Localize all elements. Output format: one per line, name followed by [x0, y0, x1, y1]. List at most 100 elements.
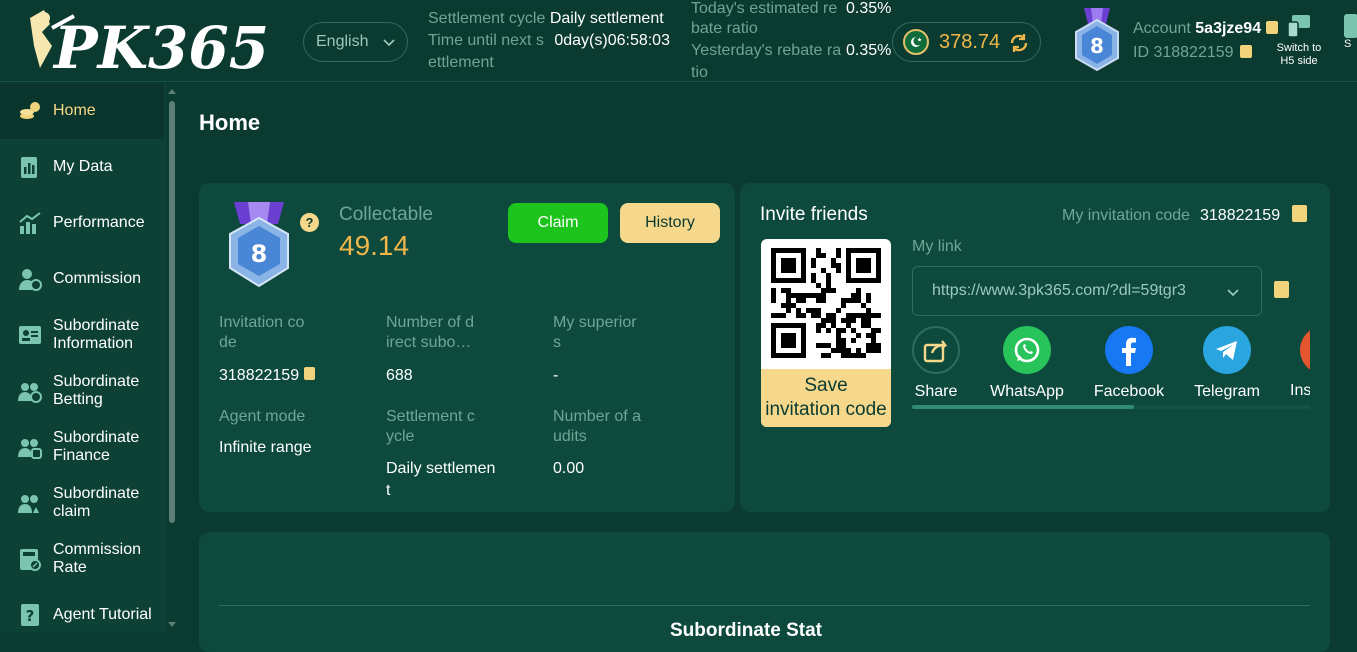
instagram-label: Ins — [1290, 382, 1310, 396]
history-button[interactable]: History — [620, 203, 720, 243]
sidebar-item-subordinate-betting[interactable]: Subordinate Betting — [0, 363, 164, 419]
cut-off-header-button[interactable]: S — [1344, 14, 1357, 50]
telegram-share-button[interactable]: Telegram — [1182, 326, 1272, 401]
switch-h5-button[interactable]: Switch to H5 side — [1272, 14, 1326, 68]
label-line1: Commission — [53, 541, 142, 558]
sidebar-item-home[interactable]: Home — [0, 83, 164, 139]
sidebar-item-label: Home — [53, 102, 96, 119]
settlement-cycle-label: Settlement cycle — [386, 408, 475, 445]
invite-link-value: https://www.3pk365.com/?dl=59tgr3 — [932, 282, 1186, 299]
invitation-code-value: 318822159 — [219, 365, 315, 387]
share-scrollbar-thumb[interactable] — [912, 405, 1134, 409]
balance-pill: 378.74 — [892, 22, 1041, 62]
copy-invitation-code-icon[interactable] — [1292, 205, 1307, 222]
devices-icon — [1287, 15, 1310, 38]
time-next-value: 0day(s)06:58:03 — [554, 32, 670, 49]
id-label: ID — [1133, 44, 1149, 61]
my-invitation-code-value: 318822159 — [1200, 207, 1281, 224]
sidebar-scrollbar-thumb[interactable] — [169, 101, 175, 523]
label-line2: Information — [53, 335, 134, 352]
audits-value: 0.00 — [553, 460, 585, 477]
sidebar-item-performance[interactable]: Performance — [0, 195, 164, 251]
settlement-cycle-value: Daily settlement — [386, 460, 496, 499]
facebook-label: Facebook — [1093, 383, 1165, 400]
settlement-cycle-info: Settlement cycle Daily settlement Time u… — [428, 8, 670, 74]
chevron-down-icon — [383, 39, 395, 47]
cut-off-label: S — [1344, 38, 1352, 50]
share-label: Share — [914, 383, 958, 400]
yesterday-rebate-label-wrap: tio — [691, 64, 708, 81]
today-rebate-label: Today's estimated re — [691, 0, 838, 17]
collectable-label: Collectable — [339, 204, 433, 225]
stats-title: Subordinate Stat — [670, 620, 823, 641]
instagram-share-button[interactable]: Ins — [1272, 326, 1310, 396]
my-superiors-label: My superior s — [553, 314, 637, 351]
id-row: ID 318822159 — [1133, 44, 1252, 62]
vip-level-number: 8 — [1090, 34, 1104, 58]
label-line2: claim — [53, 503, 91, 520]
account-value: 5a3jze94 — [1195, 20, 1262, 37]
facebook-share-button[interactable]: Facebook — [1084, 326, 1174, 401]
label-line1: Subordinate — [53, 373, 140, 390]
time-next-label-wrap: ettlement — [428, 54, 494, 71]
account-label: Account — [1133, 20, 1191, 37]
commission-user-icon — [19, 269, 42, 291]
balance-amount: 378.74 — [939, 30, 1001, 53]
scroll-up-arrow-icon[interactable] — [167, 87, 177, 95]
save-label-line2: invitation code — [765, 399, 887, 420]
share-button[interactable]: Share — [891, 326, 981, 401]
pk365-logo[interactable]: PK365 — [24, 6, 276, 82]
telegram-label: Telegram — [1194, 383, 1260, 400]
audits-label: Number of a udits — [553, 408, 642, 445]
rebate-info: Today's estimated re 0.35% bate ratio Yes… — [691, 0, 891, 84]
instagram-icon — [1300, 326, 1310, 374]
time-next-label: Time until next s — [428, 32, 544, 49]
save-invitation-code-button[interactable]: Save invitation code — [761, 369, 891, 427]
scroll-down-arrow-icon[interactable] — [167, 621, 177, 629]
sidebar-item-label: Subordinate Finance — [53, 429, 139, 465]
direct-subordinates-value: 688 — [386, 367, 413, 384]
svg-text:?: ? — [26, 607, 35, 625]
refresh-icon[interactable] — [1008, 32, 1030, 54]
invite-link-select[interactable]: https://www.3pk365.com/?dl=59tgr3 — [912, 266, 1262, 316]
pakistan-flag-icon — [903, 29, 929, 55]
label-line2: Betting — [53, 391, 103, 408]
sidebar: Home My Data Performance Commission Subo… — [0, 83, 178, 632]
share-scrollbar[interactable] — [912, 405, 1310, 409]
today-rebate-label-wrap: bate ratio — [691, 20, 758, 37]
my-invitation-code-label: My invitation code — [1062, 207, 1191, 224]
language-select[interactable]: English — [303, 22, 408, 62]
tutorial-book-icon: ? — [21, 604, 39, 626]
sidebar-item-subordinate-claim[interactable]: Subordinate claim — [0, 475, 164, 531]
sidebar-item-label: Agent Tutorial — [53, 606, 152, 623]
sidebar-item-commission-rate[interactable]: Commission Rate — [0, 531, 164, 587]
sidebar-item-agent-tutorial[interactable]: ? Agent Tutorial — [0, 587, 164, 643]
copy-id-icon[interactable] — [1240, 45, 1252, 58]
performance-chart-icon — [19, 212, 41, 234]
whatsapp-label: WhatsApp — [990, 383, 1064, 400]
copy-code-icon[interactable] — [303, 367, 315, 380]
sidebar-item-label: Subordinate claim — [53, 485, 139, 521]
sidebar-item-subordinate-information[interactable]: Subordinate Information — [0, 307, 164, 363]
direct-subordinates-label: Number of d irect subo… — [386, 314, 475, 351]
id-card-icon — [19, 326, 41, 344]
sidebar-item-my-data[interactable]: My Data — [0, 139, 164, 195]
sidebar-item-label: Commission Rate — [53, 541, 141, 577]
invite-friends-title: Invite friends — [760, 204, 868, 225]
betting-users-icon — [18, 383, 42, 403]
copy-link-icon[interactable] — [1274, 281, 1289, 298]
sidebar-item-subordinate-finance[interactable]: Subordinate Finance — [0, 419, 164, 475]
sidebar-item-commission[interactable]: Commission — [0, 251, 164, 307]
level-medal-badge: 8 — [226, 202, 292, 290]
claim-button[interactable]: Claim — [508, 203, 608, 243]
whatsapp-share-button[interactable]: WhatsApp — [982, 326, 1072, 401]
qr-code-image — [771, 248, 881, 358]
my-link-label: My link — [912, 238, 962, 255]
collectable-value: 49.14 — [339, 230, 410, 261]
sidebar-item-label: My Data — [53, 158, 113, 175]
yesterday-rebate-label: Yesterday's rebate ra — [691, 42, 842, 59]
agent-mode-value: Infinite range — [219, 439, 312, 456]
sidebar-item-label: Commission — [53, 270, 142, 287]
help-icon[interactable]: ? — [300, 213, 319, 232]
settlement-cycle-label: Settlement cycle — [428, 10, 546, 27]
